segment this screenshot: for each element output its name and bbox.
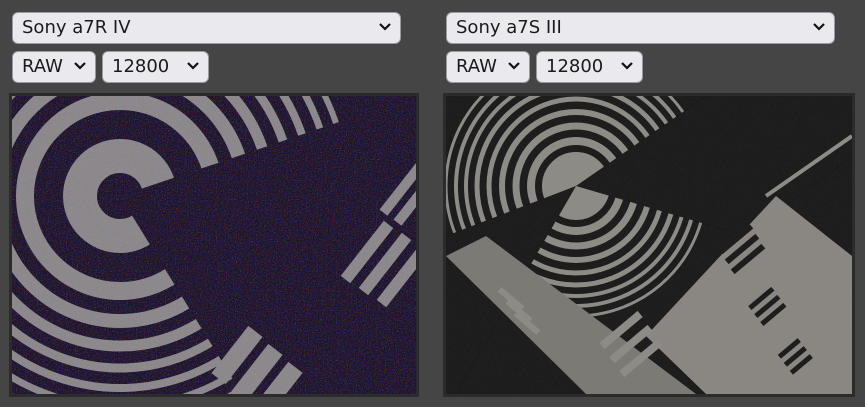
format-select-left[interactable]: RAW (12, 51, 96, 83)
left-comparison-panel: Sony a7R IV RAW 12800 (0, 0, 420, 407)
iso-select-left-value: 12800 (112, 56, 170, 77)
iso-select-left[interactable]: 12800 (102, 51, 209, 83)
sample-image-viewer-left[interactable] (9, 93, 419, 397)
format-select-right-value: RAW (456, 56, 497, 77)
camera-select-left[interactable]: Sony a7R IV (12, 12, 401, 44)
camera-select-left-value: Sony a7R IV (22, 17, 131, 38)
sample-image-viewer-right[interactable] (443, 93, 855, 397)
iso-select-right[interactable]: 12800 (536, 51, 643, 83)
chevron-down-icon (508, 61, 520, 71)
iso-select-right-value: 12800 (546, 56, 604, 77)
chevron-down-icon (621, 61, 633, 71)
chevron-down-icon (187, 61, 199, 71)
test-chart-crop-right (446, 96, 852, 394)
format-select-right[interactable]: RAW (446, 51, 530, 83)
camera-select-right-value: Sony a7S III (456, 17, 562, 38)
test-chart-crop-left (12, 96, 416, 394)
format-select-left-value: RAW (22, 56, 63, 77)
camera-select-right[interactable]: Sony a7S III (446, 12, 835, 44)
chevron-down-icon (813, 22, 825, 32)
right-comparison-panel: Sony a7S III RAW 12800 (434, 0, 855, 407)
chevron-down-icon (379, 22, 391, 32)
chevron-down-icon (74, 61, 86, 71)
